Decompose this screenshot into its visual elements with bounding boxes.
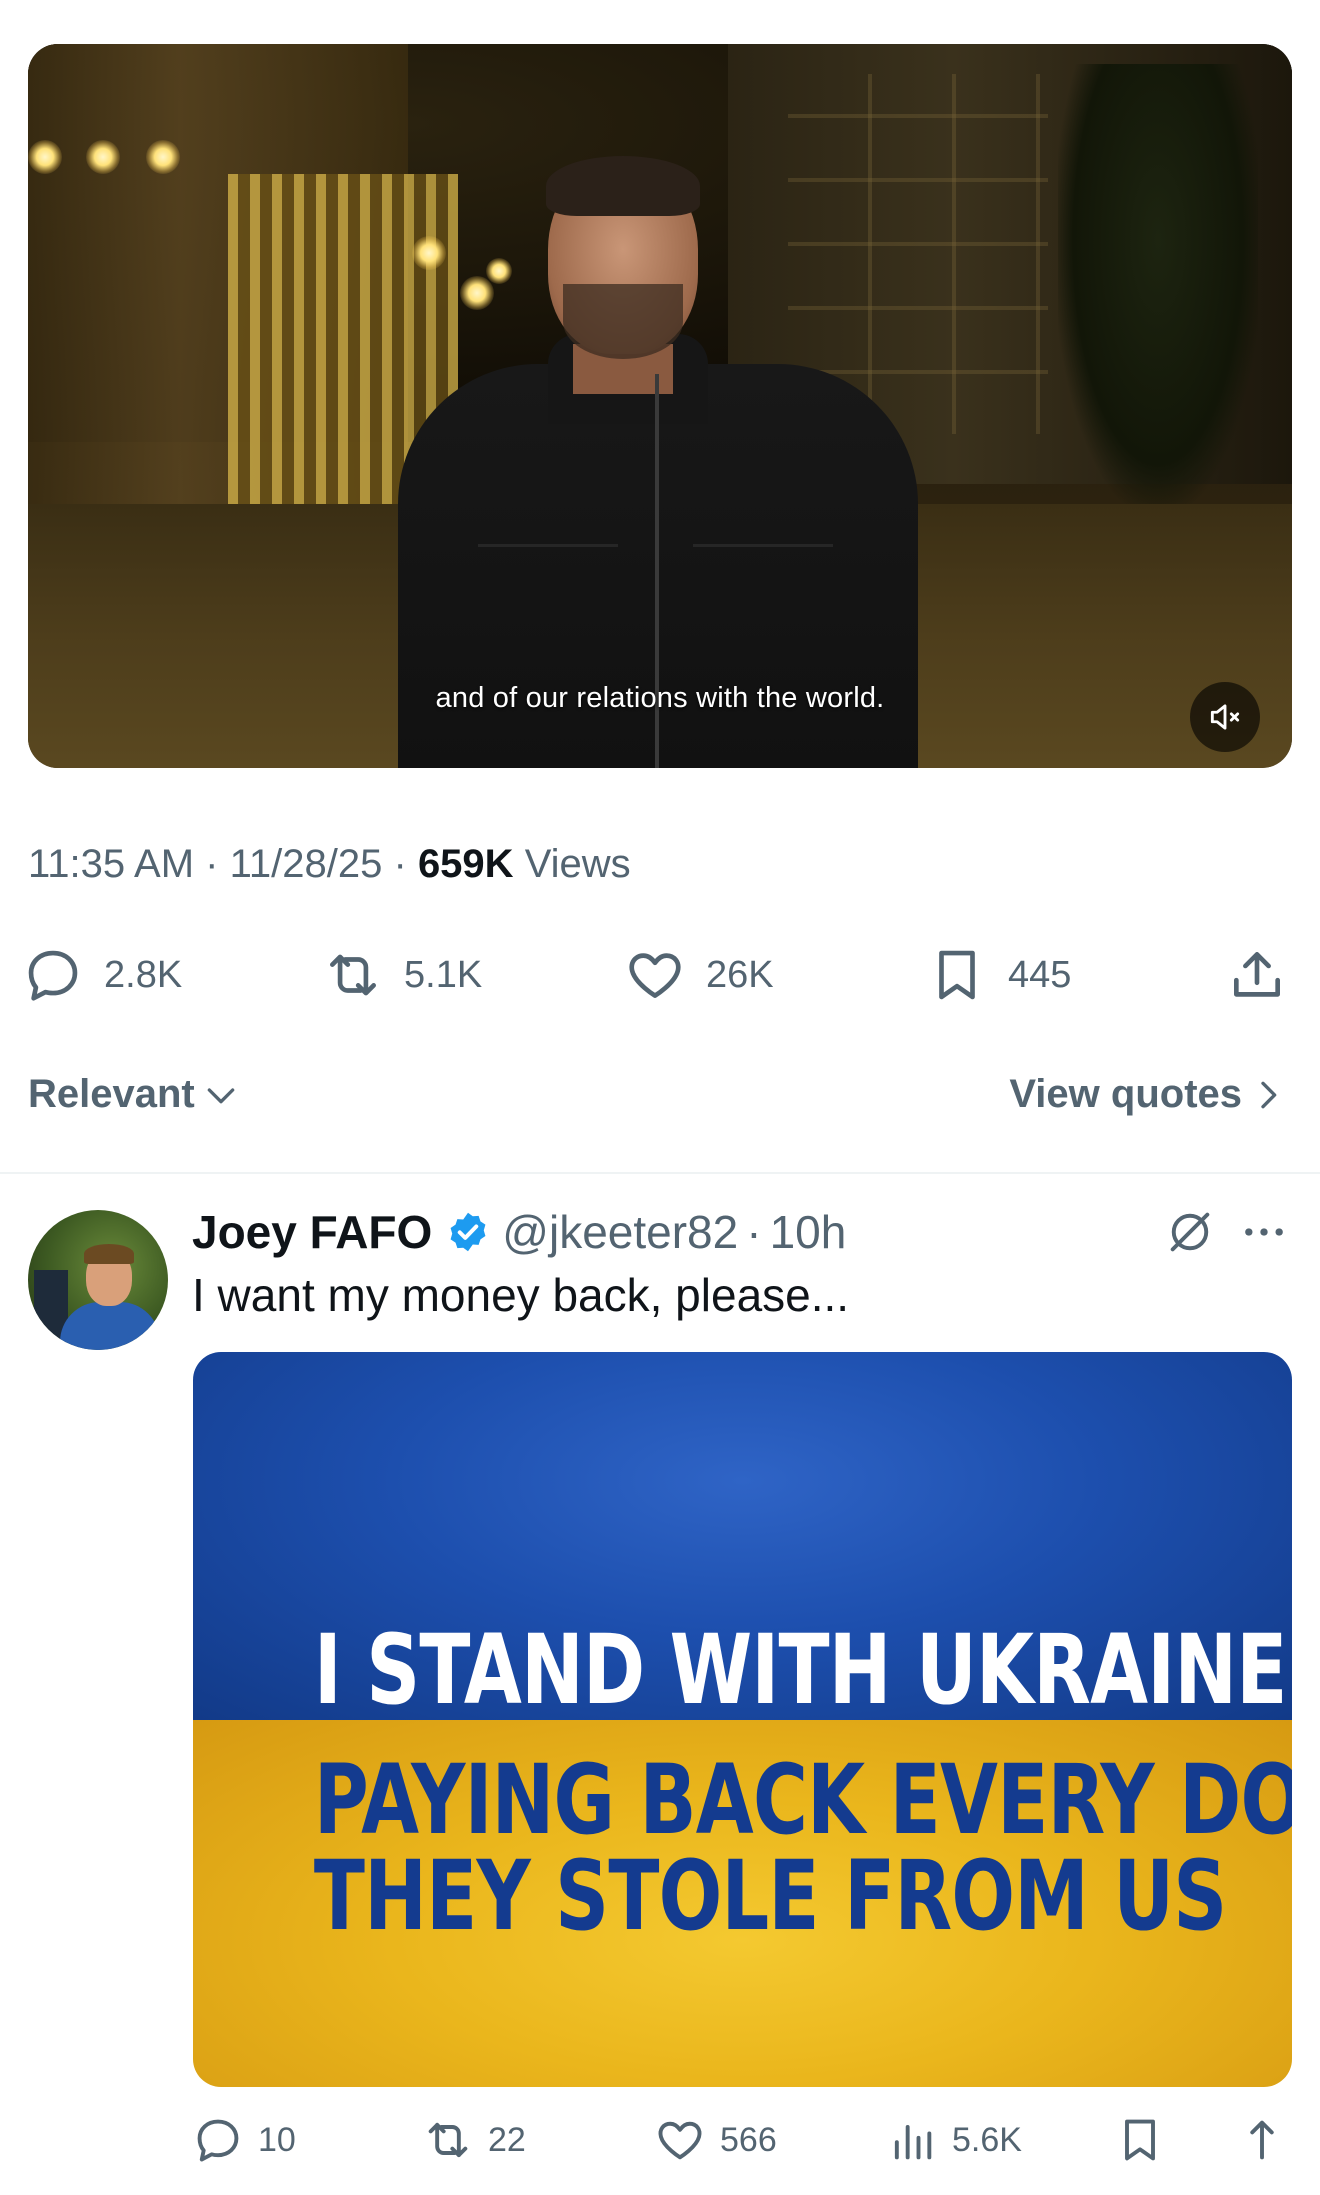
reply-views-count: 5.6K — [952, 2120, 1022, 2159]
video-subtitle: and of our relations with the world. — [435, 682, 885, 714]
repost-icon — [428, 2122, 468, 2158]
reply-reply-button[interactable]: 10 — [192, 2110, 296, 2170]
bookmark-icon — [939, 950, 975, 1000]
analytics-icon — [894, 2125, 932, 2160]
reply-image[interactable]: I STAND WITH UKRAINE PAYING BACK EVERY D… — [193, 1352, 1292, 2087]
reply-header: Joey FAFO @jkeeter82 · 10h — [192, 1202, 846, 1262]
grok-icon[interactable] — [1164, 1206, 1216, 1258]
reply-count: 2.8K — [104, 953, 183, 996]
video-tree — [1058, 64, 1258, 504]
street-lamp — [146, 140, 180, 174]
street-lamp — [28, 140, 62, 174]
share-icon — [1234, 952, 1280, 997]
chevron-down-icon — [207, 1087, 235, 1103]
views-count[interactable]: 659K — [418, 842, 514, 886]
repost-count: 5.1K — [404, 953, 483, 996]
view-quotes-link[interactable]: View quotes — [1009, 1072, 1288, 1117]
post-date: 11/28/25 — [229, 842, 383, 886]
reply-like-count: 566 — [720, 2120, 777, 2159]
video-speaker — [398, 114, 918, 768]
repost-icon — [330, 954, 376, 996]
bookmark-icon — [1125, 2119, 1155, 2161]
speaker-muted-icon — [1210, 704, 1240, 730]
video-player[interactable]: and of our relations with the world. — [28, 44, 1292, 768]
reply-like-button[interactable]: 566 — [654, 2110, 777, 2170]
header-separator: · — [746, 1206, 762, 1258]
mute-button[interactable] — [1190, 682, 1260, 752]
image-text-line-1: I STAND WITH UKRAINE — [313, 1614, 1288, 1726]
like-button[interactable]: 26K — [624, 940, 774, 1010]
reply-icon — [197, 2119, 239, 2162]
reply-sort-dropdown[interactable]: Relevant — [28, 1072, 241, 1117]
reply-sort-label: Relevant — [28, 1072, 195, 1116]
reply-text: I want my money back, please... — [192, 1269, 850, 1321]
reply-views-button[interactable]: 5.6K — [886, 2110, 1022, 2170]
street-lamp — [86, 140, 120, 174]
reply-button[interactable]: 2.8K — [22, 940, 182, 1010]
heart-icon — [658, 2121, 702, 2160]
meta-separator: · — [393, 842, 407, 886]
meta-separator: · — [205, 842, 219, 886]
reply-repost-button[interactable]: 22 — [422, 2110, 526, 2170]
reply-icon — [28, 950, 78, 1001]
post-time: 11:35 AM — [28, 842, 195, 886]
post-meta: 11:35 AM · 11/28/25 · 659K Views — [28, 842, 631, 887]
reply-author-name[interactable]: Joey FAFO — [192, 1205, 432, 1259]
like-count: 26K — [706, 953, 774, 996]
heart-icon — [629, 953, 681, 998]
post-action-bar: 2.8K 5.1K 26K 445 — [0, 940, 1320, 1010]
post-detail-page: and of our relations with the world. 11:… — [0, 0, 1320, 2195]
share-button[interactable] — [1226, 940, 1288, 1010]
verified-badge-icon — [450, 1212, 486, 1252]
section-divider — [0, 1172, 1320, 1174]
reply-reply-count: 10 — [258, 2120, 296, 2159]
image-text-line-3: THEY STOLE FROM US — [313, 1840, 1227, 1952]
avatar[interactable] — [28, 1210, 168, 1350]
chevron-right-icon — [1261, 1081, 1277, 1108]
reply-repost-count: 22 — [488, 2120, 526, 2159]
bookmark-button[interactable]: 445 — [926, 940, 1071, 1010]
reply-author-handle[interactable]: @jkeeter82 — [502, 1205, 738, 1259]
share-icon — [1250, 2120, 1274, 2160]
views-label[interactable]: Views — [525, 842, 631, 886]
repost-button[interactable]: 5.1K — [322, 940, 482, 1010]
reply-bookmark-button[interactable] — [1114, 2110, 1166, 2170]
reply-action-bar: 10 22 566 5.6K — [0, 2110, 1320, 2170]
view-quotes-label: View quotes — [1009, 1072, 1242, 1116]
reply-time[interactable]: 10h — [770, 1205, 847, 1259]
more-options-icon[interactable] — [1238, 1206, 1290, 1258]
bookmark-count: 445 — [1008, 953, 1072, 996]
reply-share-button[interactable] — [1236, 2110, 1288, 2170]
